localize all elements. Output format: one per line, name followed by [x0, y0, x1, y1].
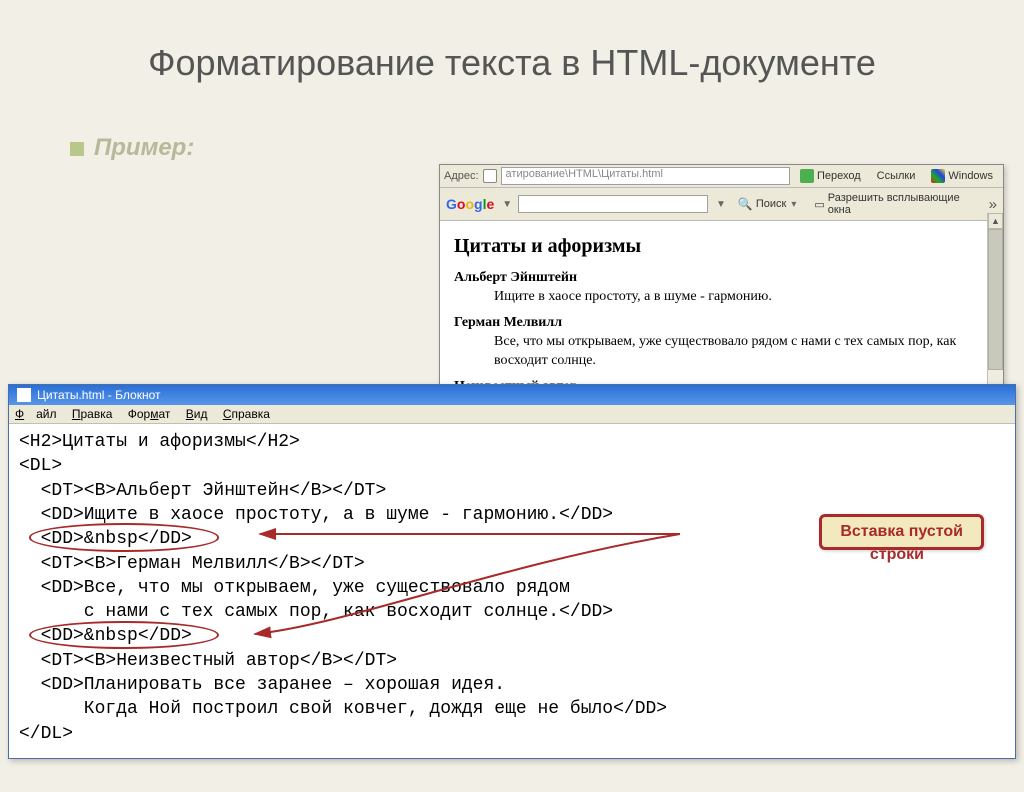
- author-1: Альберт Эйнштейн: [454, 270, 973, 286]
- go-button[interactable]: Переход: [794, 168, 867, 184]
- notepad-code[interactable]: <H2>Цитаты и афоризмы</H2> <DL> <DT><B>А…: [9, 424, 1015, 758]
- quote-2: Все, что мы открываем, уже существовало …: [494, 333, 973, 371]
- notepad-menubar: Файл Правка Формат Вид Справка: [9, 405, 1015, 424]
- notepad-titlebar: Цитаты.html - Блокнот: [9, 385, 1015, 405]
- google-search-dd[interactable]: ▼: [716, 199, 726, 210]
- nbsp-highlight-ellipse: [29, 621, 219, 649]
- menu-view[interactable]: Вид: [186, 407, 208, 421]
- windows-icon: [931, 169, 945, 183]
- example-label: Пример:: [70, 134, 194, 162]
- search-label: Поиск: [756, 198, 786, 210]
- popup-button[interactable]: ▭ Разрешить всплывающие окна: [808, 191, 982, 217]
- windows-label: Windows: [948, 170, 993, 182]
- windows-link[interactable]: Windows: [925, 168, 999, 184]
- google-search-input[interactable]: [518, 195, 708, 213]
- page-heading: Цитаты и афоризмы: [454, 235, 973, 258]
- toolbar-more[interactable]: »: [989, 196, 997, 213]
- page-icon: [483, 169, 497, 183]
- nbsp-highlight-ellipse: [29, 523, 219, 551]
- address-label: Адрес:: [444, 170, 479, 182]
- google-toolbar: Google ▼ ▼ 🔍 Поиск ▾ ▭ Разрешить всплыва…: [440, 188, 1003, 221]
- menu-help[interactable]: Справка: [223, 407, 270, 421]
- go-label: Переход: [817, 170, 861, 182]
- popup-label: Разрешить всплывающие окна: [828, 192, 977, 216]
- go-icon: [800, 169, 814, 183]
- popup-icon: ▭: [814, 198, 824, 211]
- menu-format[interactable]: Формат: [128, 407, 171, 421]
- callout-sub: строки: [870, 546, 924, 564]
- google-logo: Google: [446, 196, 494, 212]
- quote-1: Ищите в хаосе простоту, а в шуме - гармо…: [494, 288, 973, 307]
- menu-file[interactable]: Файл: [15, 407, 57, 421]
- author-2: Герман Мелвилл: [454, 315, 973, 331]
- menu-edit[interactable]: Правка: [72, 407, 113, 421]
- slide-title: Форматирование текста в HTML-документе: [0, 24, 1024, 94]
- notepad-window: Цитаты.html - Блокнот Файл Правка Формат…: [8, 384, 1016, 759]
- google-search-button[interactable]: 🔍 Поиск ▾: [732, 196, 802, 212]
- google-dropdown[interactable]: ▼: [502, 199, 512, 210]
- address-input[interactable]: атирование\HTML\Цитаты.html: [501, 167, 790, 185]
- address-bar: Адрес: атирование\HTML\Цитаты.html Перех…: [440, 165, 1003, 188]
- search-icon: 🔍: [738, 197, 753, 211]
- search-btn-dd[interactable]: ▾: [791, 199, 796, 210]
- callout-box: Вставка пустой: [819, 514, 984, 550]
- notepad-title: Цитаты.html - Блокнот: [37, 388, 160, 402]
- scroll-up-icon[interactable]: ▲: [988, 213, 1003, 229]
- doc-icon: [17, 388, 31, 402]
- links-label: Ссылки: [871, 169, 922, 183]
- scroll-thumb[interactable]: [988, 229, 1003, 370]
